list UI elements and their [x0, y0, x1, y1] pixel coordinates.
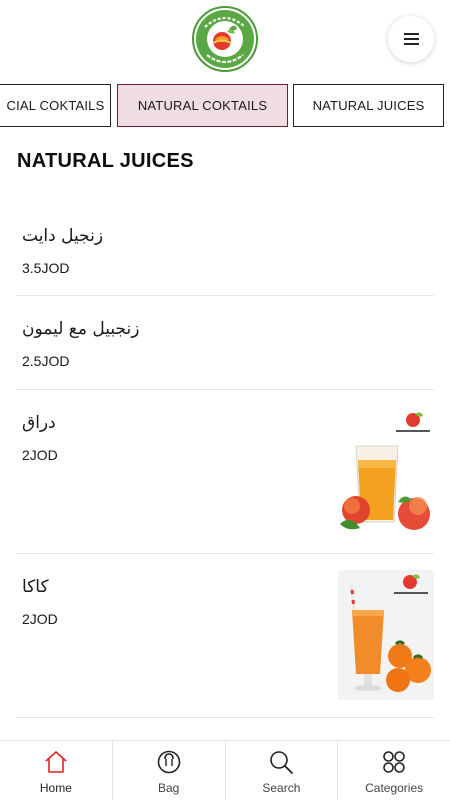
nav-search[interactable]: Search — [226, 741, 339, 800]
section-title: NATURAL JUICES — [17, 150, 194, 172]
item-price: 2JOD — [22, 611, 58, 627]
nav-categories[interactable]: Categories — [338, 741, 450, 800]
nav-categories-label: Categories — [365, 781, 424, 795]
nav-bag[interactable]: Bag — [113, 741, 226, 800]
list-item[interactable]: كاكا 2JOD — [16, 554, 434, 718]
bag-icon — [157, 750, 180, 774]
fruit-paradise-logo[interactable] — [191, 5, 259, 73]
bottom-navigation: Home Bag Search Categories — [0, 740, 450, 800]
peach-juice-image[interactable] — [338, 406, 434, 534]
persimmon-juice-image[interactable] — [338, 570, 434, 700]
item-name: كاكا — [22, 577, 49, 597]
list-item[interactable]: زنجبيل مع ليمون 2.5JOD — [16, 296, 434, 390]
item-price: 3.5JOD — [22, 260, 70, 276]
item-name: زنجبيل مع ليمون — [22, 319, 140, 339]
nav-bag-label: Bag — [157, 781, 180, 795]
tab-natural-cocktails[interactable]: NATURAL COKTAILS — [117, 84, 288, 127]
tab-special-cocktails[interactable]: CIAL COKTAILS — [0, 84, 111, 127]
menu-button[interactable] — [388, 16, 434, 62]
app-header — [0, 0, 450, 78]
nav-search-label: Search — [262, 781, 301, 795]
search-icon — [270, 751, 294, 774]
item-name: دراق — [22, 413, 56, 433]
nav-home-label: Home — [39, 781, 72, 795]
nav-home[interactable]: Home — [0, 741, 113, 800]
item-name: زنجيل دايت — [22, 226, 104, 246]
categories-icon — [383, 751, 405, 773]
hamburger-icon — [403, 33, 419, 45]
category-tabs: CIAL COKTAILS NATURAL COKTAILS NATURAL J… — [0, 84, 450, 128]
tab-natural-juices[interactable]: NATURAL JUICES — [293, 84, 444, 127]
item-price: 2.5JOD — [22, 353, 70, 369]
list-item[interactable]: دراق 2JOD — [16, 390, 434, 554]
item-price: 2JOD — [22, 447, 58, 463]
home-icon — [45, 751, 67, 773]
list-item[interactable]: زنجيل دايت 3.5JOD — [16, 204, 434, 296]
